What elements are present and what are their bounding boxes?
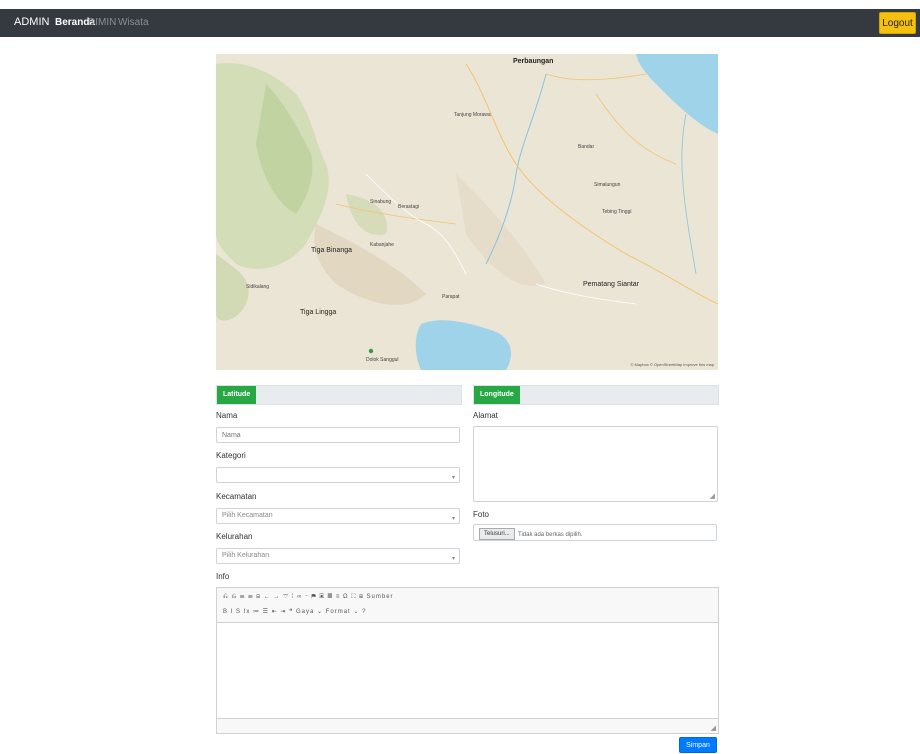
kategori-select[interactable]: ▾ [216, 467, 460, 483]
alamat-label: Alamat [473, 411, 498, 420]
editor-toolbar-row-2[interactable]: B I S Ix ≔ ☰ ⇤ ⇥ ❝ Gaya ⌄ Format ⌄ ? [223, 608, 366, 615]
map-place-label: Sidikalang [246, 284, 270, 290]
map-place-label: Tiga Binanga [311, 247, 352, 254]
brand-logo[interactable]: ADMIN [14, 16, 49, 28]
alamat-textarea[interactable]: ◢ [473, 426, 718, 502]
kategori-label: Kategori [216, 451, 246, 460]
kecamatan-select[interactable]: Pilih Kecamatan ▾ [216, 508, 460, 524]
map-place-label: Bandar [578, 144, 595, 150]
editor-toolbar: ⎌ ⎌ ☰ ☰ ⊟ ← → ▽ ⁞ ∞ ⌁ ⚑ ▣ ▦ ≡ Ω ⛶ ⊞ Sumb… [217, 588, 718, 623]
map-place-label: Tanjung Morawa [454, 112, 491, 118]
editor-statusbar: ◢ [217, 718, 718, 733]
chevron-down-icon: ▾ [451, 475, 455, 481]
chevron-down-icon: ▾ [451, 556, 455, 562]
longitude-bar: Longitude [473, 385, 719, 405]
chevron-down-icon: ▾ [451, 516, 455, 522]
kelurahan-label: Kelurahan [216, 532, 253, 541]
latitude-bar: Latitude [216, 385, 462, 405]
resize-handle-icon[interactable]: ◢ [710, 492, 715, 500]
info-label: Info [216, 572, 230, 581]
nama-input[interactable] [216, 427, 460, 443]
map-place-label: Parapat [442, 294, 460, 300]
kecamatan-value: Pilih Kecamatan [222, 512, 273, 519]
map-place-label: Tiga Lingga [300, 309, 337, 316]
foto-file-input[interactable]: Telusuri... Tidak ada berkas dipilih. [473, 524, 717, 541]
map-place-label: Dolok Sanggul [366, 357, 399, 363]
map-place-label: Perbaungan [513, 58, 554, 65]
kelurahan-value: Pilih Kelurahan [222, 552, 270, 559]
map-attribution[interactable]: © Mapbox © OpenStreetMap Improve this ma… [631, 362, 715, 367]
map-place-label: Sinabung [370, 199, 392, 205]
nama-label: Nama [216, 411, 238, 420]
foto-label: Foto [473, 510, 490, 519]
nav-link-wisata[interactable]: Wisata [118, 17, 149, 28]
map-place-label: Simalungun [594, 182, 621, 188]
file-status-text: Tidak ada berkas dipilih. [518, 532, 583, 538]
map-place-label: Pematang Siantar [583, 281, 640, 288]
map-place-label: Kabanjahe [370, 242, 394, 248]
logout-button[interactable]: Logout [879, 12, 916, 34]
kecamatan-label: Kecamatan [216, 492, 257, 501]
nav-link-dimin[interactable]: DIMIN [88, 17, 116, 28]
map-place-label: Berastagi [398, 204, 420, 210]
latitude-tab[interactable]: Latitude [217, 386, 257, 404]
longitude-tab[interactable]: Longitude [474, 386, 520, 404]
map-terrain [216, 54, 718, 370]
save-button[interactable]: Simpan [679, 737, 717, 753]
resize-handle-icon[interactable]: ◢ [711, 724, 716, 732]
map-place-label: Tebing Tinggi [602, 209, 632, 215]
kelurahan-select[interactable]: Pilih Kelurahan ▾ [216, 548, 460, 564]
editor-toolbar-row-1[interactable]: ⎌ ⎌ ☰ ☰ ⊟ ← → ▽ ⁞ ∞ ⌁ ⚑ ▣ ▦ ≡ Ω ⛶ ⊞ Sumb… [223, 594, 394, 601]
top-navbar: ADMIN Beranda DIMIN Wisata Logout [0, 9, 920, 37]
editor-content-area[interactable] [217, 623, 718, 717]
browse-file-button[interactable]: Telusuri... [479, 528, 515, 540]
location-map[interactable]: Perbaungan Pematang Siantar Tiga Binanga… [216, 54, 718, 370]
info-rich-text-editor: ⎌ ⎌ ☰ ☰ ⊟ ← → ▽ ⁞ ∞ ⌁ ⚑ ▣ ▦ ≡ Ω ⛶ ⊞ Sumb… [216, 587, 719, 734]
